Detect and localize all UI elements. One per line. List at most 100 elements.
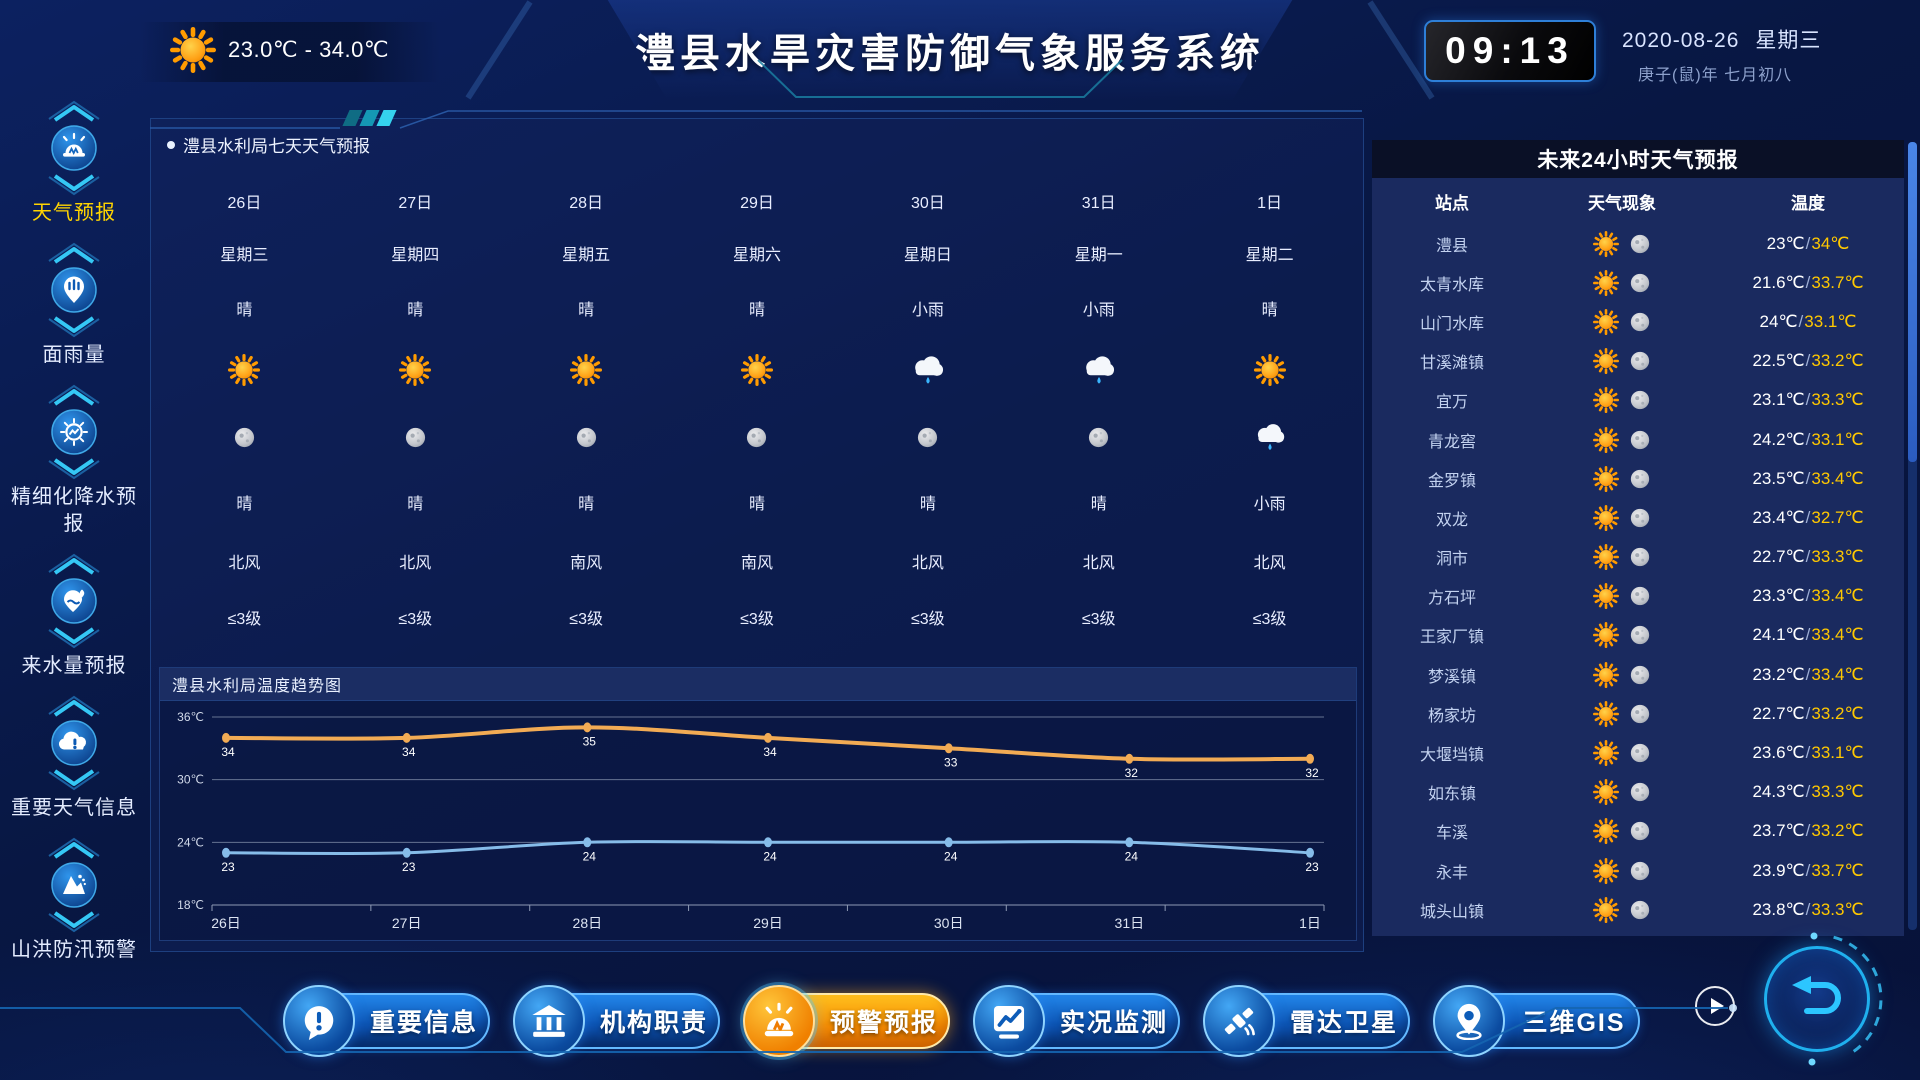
station-row: 洞市 22.7℃/33.3℃ bbox=[1372, 538, 1904, 577]
nav-button-org-duty[interactable]: 机构职责 bbox=[513, 985, 720, 1057]
station-row: 山门水库 24℃/33.1℃ bbox=[1372, 302, 1904, 341]
nav-button-gis-3d[interactable]: 三维GIS bbox=[1433, 985, 1640, 1057]
forecast-day-icon-row bbox=[159, 337, 1355, 403]
forecast-night-condition: 晴 bbox=[236, 490, 252, 514]
station-row: 杨家坊 22.7℃/33.2℃ bbox=[1372, 694, 1904, 733]
moon-icon bbox=[1629, 429, 1651, 451]
hourly-table-header: 站点 天气现象 温度 bbox=[1372, 178, 1904, 224]
sun-icon bbox=[399, 354, 431, 386]
weather-phenomenon-icons bbox=[1593, 779, 1651, 805]
back-button[interactable] bbox=[1764, 946, 1870, 1052]
flood-warning-icon bbox=[43, 835, 105, 935]
forecast-day-condition: 晴 bbox=[749, 296, 765, 320]
forecast-weekday: 星期五 bbox=[562, 241, 610, 265]
sidebar-item-inflow-forecast[interactable]: 来水量预报 bbox=[2, 551, 146, 680]
sun-icon bbox=[170, 27, 216, 73]
forecast-night-icon bbox=[404, 426, 427, 449]
nav-icon-orb bbox=[513, 985, 585, 1057]
sidebar-item-label: 精细化降水预报 bbox=[2, 484, 146, 538]
station-row: 如东镇 24.3℃/33.3℃ bbox=[1372, 773, 1904, 812]
back-arrow-icon bbox=[1785, 971, 1849, 1027]
sidebar-item-badge bbox=[43, 551, 105, 651]
weather-phenomenon-icons bbox=[1593, 348, 1651, 374]
sun-icon bbox=[1593, 622, 1619, 648]
station-name: 青龙窖 bbox=[1428, 428, 1476, 452]
sidebar-item-label: 来水量预报 bbox=[2, 653, 146, 680]
forecast-night-condition: 晴 bbox=[1091, 490, 1107, 514]
sun-icon bbox=[1593, 818, 1619, 844]
sidebar-item-weather-info[interactable]: 重要天气信息 bbox=[2, 693, 146, 822]
svg-text:24: 24 bbox=[1125, 849, 1139, 863]
station-row: 车溪 23.7℃/33.2℃ bbox=[1372, 812, 1904, 851]
station-name: 双龙 bbox=[1436, 506, 1468, 530]
forecast-day-condition: 晴 bbox=[1262, 296, 1278, 320]
moon-icon bbox=[1629, 585, 1651, 607]
svg-text:1日: 1日 bbox=[1299, 915, 1321, 931]
sidebar-item-badge bbox=[43, 240, 105, 340]
header-title-banner: 澧县水旱灾害防御气象服务系统 bbox=[552, 0, 1348, 100]
col-temperature: 温度 bbox=[1791, 189, 1825, 214]
svg-text:29日: 29日 bbox=[753, 915, 783, 931]
temperature-range: 22.5℃/33.2℃ bbox=[1752, 351, 1863, 371]
forecast-wind-direction: 北风 bbox=[1254, 549, 1286, 573]
temperature-range: 24℃/33.1℃ bbox=[1760, 312, 1857, 332]
play-button[interactable] bbox=[1695, 986, 1735, 1026]
sun-icon bbox=[228, 354, 260, 386]
live-monitor-icon bbox=[990, 1002, 1028, 1040]
sun-icon bbox=[170, 27, 216, 73]
sun-icon bbox=[1593, 858, 1619, 884]
nav-button-radar-satellite[interactable]: 雷达卫星 bbox=[1203, 985, 1410, 1057]
nav-button-label: 重要信息 bbox=[363, 993, 485, 1049]
sidebar-item-badge bbox=[43, 835, 105, 935]
main-forecast-panel: 澧县水利局七天天气预报 26日27日28日29日30日31日1日星期三星期四星期… bbox=[150, 118, 1364, 952]
nav-button-important-info[interactable]: 重要信息 bbox=[283, 985, 490, 1057]
temperature-range: 23.7℃/33.2℃ bbox=[1752, 821, 1863, 841]
hourly-table-rows: 澧县 23℃/34℃ 太青水库 21.6℃/33.7℃ 山门水库 24℃/33.… bbox=[1372, 224, 1904, 934]
right-panel-scrollbar-thumb[interactable] bbox=[1908, 142, 1917, 462]
sidebar-item-fine-precipitation[interactable]: 精细化降水预报 bbox=[2, 382, 146, 538]
sun-icon bbox=[1593, 270, 1619, 296]
sidebar-item-flood-warning[interactable]: 山洪防汛预警 bbox=[2, 835, 146, 964]
station-row: 王家厂镇 24.1℃/33.4℃ bbox=[1372, 616, 1904, 655]
moon-icon bbox=[745, 426, 768, 449]
temperature-range: 24.3℃/33.3℃ bbox=[1752, 782, 1863, 802]
forecast-weekday: 星期六 bbox=[733, 241, 781, 265]
station-row: 梦溪镇 23.2℃/33.4℃ bbox=[1372, 655, 1904, 694]
sun-icon bbox=[1593, 897, 1619, 923]
svg-text:35: 35 bbox=[583, 734, 597, 748]
date-text: 2020-08-26 bbox=[1622, 29, 1739, 52]
temperature-range: 23.2℃/33.4℃ bbox=[1752, 665, 1863, 685]
temperature-range: 24.2℃/33.1℃ bbox=[1752, 430, 1863, 450]
station-name: 如东镇 bbox=[1428, 780, 1476, 804]
weather-forecast-icon bbox=[43, 98, 105, 198]
sidebar-item-weather-forecast[interactable]: 天气预报 bbox=[2, 98, 146, 227]
moon-icon bbox=[1629, 820, 1651, 842]
weather-phenomenon-icons bbox=[1593, 427, 1651, 453]
nav-button-label: 机构职责 bbox=[593, 993, 715, 1049]
nav-button-live-monitor[interactable]: 实况监测 bbox=[973, 985, 1180, 1057]
svg-text:32: 32 bbox=[1125, 766, 1139, 780]
forecast-day-icon bbox=[910, 353, 946, 388]
sidebar-item-areal-rainfall[interactable]: 面雨量 bbox=[2, 240, 146, 369]
weather-phenomenon-icons bbox=[1593, 505, 1651, 531]
forecast-wind-direction-row: 北风北风南风南风北风北风北风 bbox=[159, 533, 1355, 589]
forecast-night-icon bbox=[1253, 421, 1287, 454]
sun-icon bbox=[570, 354, 602, 386]
forecast-day-condition: 晴 bbox=[407, 296, 423, 320]
nav-icon-orb bbox=[1203, 985, 1275, 1057]
forecast-wind-direction: 北风 bbox=[912, 549, 944, 573]
weather-phenomenon-icons bbox=[1593, 583, 1651, 609]
sun-icon bbox=[1593, 427, 1619, 453]
svg-text:28日: 28日 bbox=[573, 915, 603, 931]
areal-rainfall-icon bbox=[43, 240, 105, 340]
nav-button-label: 雷达卫星 bbox=[1283, 993, 1405, 1049]
clock-display: 09:13 bbox=[1424, 20, 1596, 82]
sun-icon bbox=[1593, 779, 1619, 805]
sun-icon bbox=[1593, 740, 1619, 766]
station-row: 永丰 23.9℃/33.7℃ bbox=[1372, 851, 1904, 890]
panel-deco-bars bbox=[346, 110, 393, 126]
lunar-date-text: 庚子(鼠)年 七月初八 bbox=[1622, 61, 1914, 85]
temperature-range: 23.6℃/33.1℃ bbox=[1752, 743, 1863, 763]
nav-button-warning-forecast[interactable]: 预警预报 bbox=[743, 985, 950, 1057]
forecast-day-icon bbox=[741, 354, 773, 386]
